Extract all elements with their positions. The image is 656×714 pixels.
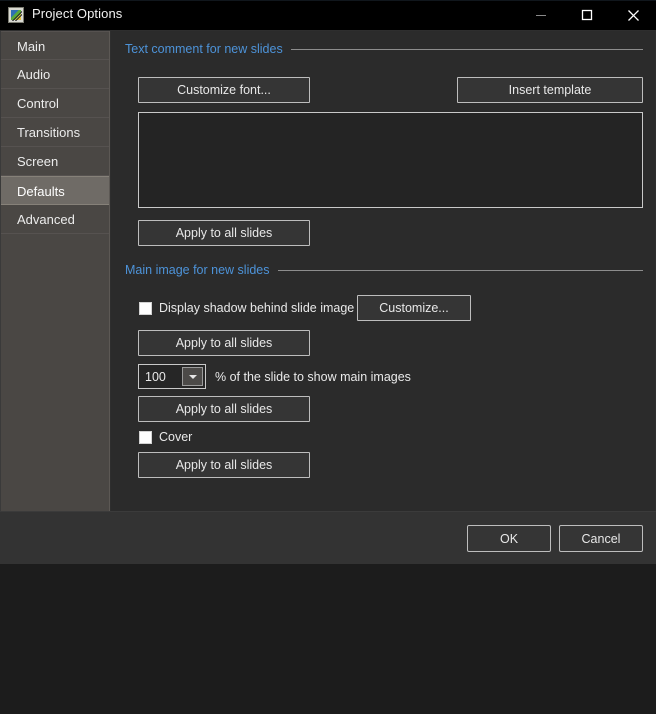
sidebar-item-label: Control xyxy=(17,96,59,111)
sidebar-empty-area xyxy=(1,234,109,714)
group-header-rule xyxy=(290,48,643,50)
apply-percent-to-all-slides-button[interactable]: Apply to all slides xyxy=(138,396,310,422)
cover-label: Cover xyxy=(159,430,193,444)
display-shadow-checkbox-row[interactable]: Display shadow behind slide image xyxy=(139,301,354,315)
display-shadow-checkbox[interactable] xyxy=(139,301,152,315)
customize-font-button[interactable]: Customize font... xyxy=(138,77,310,103)
close-button[interactable] xyxy=(610,0,656,30)
cover-checkbox[interactable] xyxy=(139,430,152,444)
comment-textarea[interactable] xyxy=(138,112,643,208)
sidebar-item-transitions[interactable]: Transitions xyxy=(1,118,109,147)
main-image-group-header: Main image for new slides xyxy=(125,263,643,277)
sidebar-item-label: Screen xyxy=(17,154,59,169)
insert-template-button[interactable]: Insert template xyxy=(457,77,643,103)
minimize-icon xyxy=(536,15,546,16)
cancel-button[interactable]: Cancel xyxy=(559,525,643,552)
sidebar-item-main[interactable]: Main xyxy=(1,31,109,60)
ok-button[interactable]: OK xyxy=(467,525,551,552)
sidebar-item-defaults[interactable]: Defaults xyxy=(1,176,109,205)
maximize-icon xyxy=(581,9,593,21)
project-options-dialog: Project Options Main Audio Control Trans… xyxy=(0,0,656,564)
group-header-rule xyxy=(277,269,643,271)
sidebar-item-label: Advanced xyxy=(17,212,75,227)
cover-checkbox-row[interactable]: Cover xyxy=(139,430,192,444)
sidebar-item-label: Audio xyxy=(17,67,51,82)
display-shadow-label: Display shadow behind slide image xyxy=(159,301,355,315)
chevron-down-glyph xyxy=(188,374,197,379)
percent-of-slide-label: % of the slide to show main images xyxy=(215,370,411,384)
text-comment-group-header: Text comment for new slides xyxy=(125,42,643,56)
sidebar-item-label: Transitions xyxy=(17,125,81,140)
sidebar-item-audio[interactable]: Audio xyxy=(1,60,109,89)
sidebar-item-control[interactable]: Control xyxy=(1,89,109,118)
apply-cover-to-all-slides-button[interactable]: Apply to all slides xyxy=(138,452,310,478)
sidebar-item-advanced[interactable]: Advanced xyxy=(1,205,109,234)
settings-category-sidebar: Main Audio Control Transitions Screen De… xyxy=(1,31,110,511)
sidebar-item-screen[interactable]: Screen xyxy=(1,147,109,176)
maximize-button[interactable] xyxy=(564,0,610,30)
dialog-footer: OK Cancel xyxy=(0,511,656,564)
main-image-group-title: Main image for new slides xyxy=(125,263,270,277)
close-icon xyxy=(627,9,639,21)
project-image-icon xyxy=(8,7,24,23)
text-comment-group-title: Text comment for new slides xyxy=(125,42,283,56)
sidebar-item-label: Defaults xyxy=(17,184,65,199)
apply-comment-to-all-slides-button[interactable]: Apply to all slides xyxy=(138,220,310,246)
titlebar[interactable]: Project Options xyxy=(0,0,656,30)
apply-shadow-to-all-slides-button[interactable]: Apply to all slides xyxy=(138,330,310,356)
window-title: Project Options xyxy=(32,6,123,21)
minimize-button[interactable] xyxy=(518,0,564,30)
project-image-icon-detail xyxy=(12,11,22,21)
customize-shadow-button[interactable]: Customize... xyxy=(357,295,471,321)
sidebar-item-label: Main xyxy=(17,39,46,54)
chevron-down-icon[interactable] xyxy=(182,367,203,386)
defaults-settings-panel: Text comment for new slides Customize fo… xyxy=(111,31,655,511)
percent-combobox-value: 100 xyxy=(145,369,166,384)
percent-combobox[interactable]: 100 xyxy=(138,364,206,389)
